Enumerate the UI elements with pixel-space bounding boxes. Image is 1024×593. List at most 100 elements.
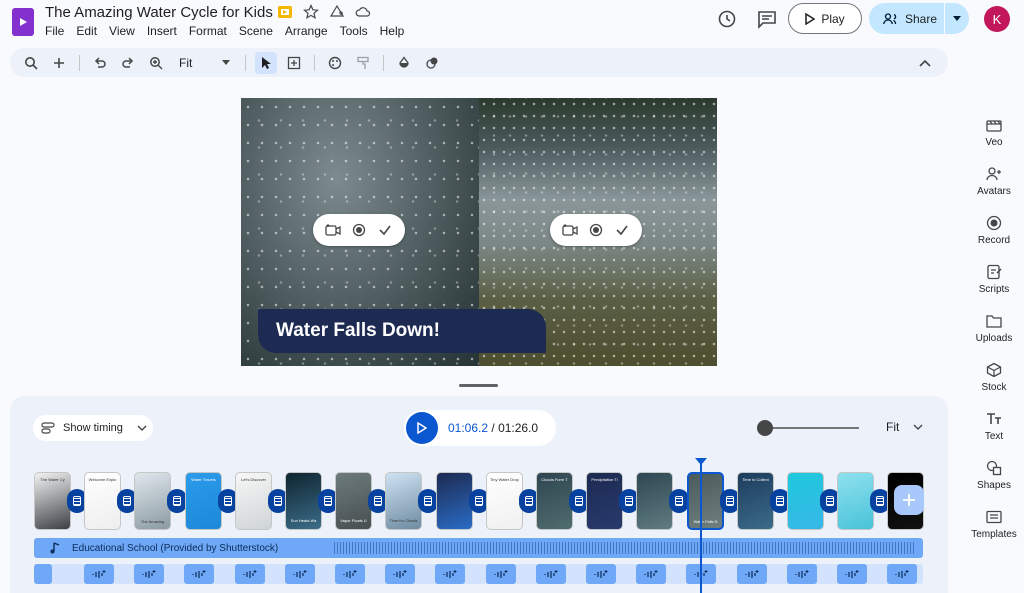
sidebar-item-shapes[interactable]: Shapes bbox=[963, 459, 1024, 491]
voiceover-clip[interactable] bbox=[837, 564, 867, 584]
select-tool-icon[interactable] bbox=[255, 51, 278, 74]
collapse-toolbar-icon[interactable] bbox=[914, 52, 936, 74]
voiceover-clip[interactable] bbox=[385, 564, 415, 584]
scene-thumbnail[interactable]: Water Falls D bbox=[687, 472, 724, 530]
menu-format[interactable]: Format bbox=[189, 24, 227, 38]
text-box-icon[interactable] bbox=[283, 52, 305, 74]
version-history-icon[interactable] bbox=[716, 8, 738, 30]
voiceover-clip[interactable] bbox=[84, 564, 114, 584]
checkmark-icon[interactable] bbox=[614, 222, 630, 238]
share-options-dropdown[interactable] bbox=[945, 16, 969, 21]
voiceover-clip[interactable] bbox=[435, 564, 465, 584]
undo-icon[interactable] bbox=[89, 52, 111, 74]
menu-view[interactable]: View bbox=[109, 24, 135, 38]
voiceover-clip[interactable] bbox=[285, 564, 315, 584]
sidebar-item-veo[interactable]: Veo bbox=[963, 116, 1024, 148]
transition-icon[interactable] bbox=[669, 489, 689, 513]
sidebar-item-stock[interactable]: Stock bbox=[963, 361, 1024, 393]
audio-track-label: Educational School (Provided by Shutters… bbox=[72, 542, 279, 554]
play-button[interactable]: Play bbox=[788, 3, 862, 34]
search-menus-icon[interactable] bbox=[20, 52, 42, 74]
menu-arrange[interactable]: Arrange bbox=[285, 24, 328, 38]
add-scene-button[interactable] bbox=[894, 485, 924, 515]
scene-canvas[interactable]: Water Falls Down! bbox=[241, 98, 717, 366]
record-icon[interactable] bbox=[588, 222, 604, 238]
scene-thumbnail[interactable] bbox=[787, 472, 824, 530]
voiceover-clip[interactable] bbox=[787, 564, 817, 584]
scene-thumbnail[interactable]: The Amazing bbox=[134, 472, 171, 530]
star-icon[interactable] bbox=[303, 4, 319, 20]
scene-thumbnail[interactable] bbox=[837, 472, 874, 530]
scene-thumbnail[interactable]: Time to Collect bbox=[737, 472, 774, 530]
paint-format-icon[interactable] bbox=[352, 52, 374, 74]
slides-badge-icon[interactable] bbox=[277, 4, 293, 20]
ai-audio-icon bbox=[745, 570, 759, 578]
caption-text[interactable]: Water Falls Down! bbox=[258, 309, 546, 353]
scene-thumbnail[interactable]: Tiny Water Drop bbox=[486, 472, 523, 530]
menu-help[interactable]: Help bbox=[380, 24, 405, 38]
voiceover-clip[interactable] bbox=[184, 564, 214, 584]
voiceover-clip[interactable] bbox=[586, 564, 616, 584]
scene-thumbnail[interactable]: Precipitation Ti bbox=[586, 472, 623, 530]
vids-logo[interactable] bbox=[12, 8, 34, 36]
voiceover-clip[interactable] bbox=[235, 564, 265, 584]
transition-icon[interactable] bbox=[167, 489, 187, 513]
scene-thumbnail[interactable]: Sun Heats Wa bbox=[285, 472, 322, 530]
resize-handle[interactable] bbox=[459, 384, 498, 387]
checkmark-icon[interactable] bbox=[377, 222, 393, 238]
sidebar-item-text[interactable]: Text bbox=[963, 410, 1024, 442]
timeline-zoom-select[interactable]: Fit bbox=[886, 420, 923, 434]
sidebar-item-label: Scripts bbox=[978, 284, 1010, 295]
zoom-icon[interactable] bbox=[145, 52, 167, 74]
comments-icon[interactable] bbox=[756, 8, 778, 30]
background-palette-icon[interactable] bbox=[324, 52, 346, 74]
scene-thumbnail[interactable]: Let's Discover bbox=[235, 472, 272, 530]
voiceover-clip[interactable] bbox=[636, 564, 666, 584]
transition-icon[interactable] bbox=[418, 489, 438, 513]
voiceover-clip[interactable] bbox=[887, 564, 917, 584]
menu-edit[interactable]: Edit bbox=[76, 24, 97, 38]
voiceover-clip[interactable] bbox=[34, 564, 52, 584]
mask-icon[interactable] bbox=[421, 52, 443, 74]
voiceover-clip[interactable] bbox=[335, 564, 365, 584]
scene-thumbnail[interactable]: Clouds Form T bbox=[536, 472, 573, 530]
voiceover-clip[interactable] bbox=[486, 564, 516, 584]
cloud-saved-icon[interactable] bbox=[355, 4, 371, 20]
new-scene-icon[interactable] bbox=[48, 52, 70, 74]
replace-video-icon[interactable] bbox=[325, 222, 341, 238]
timeline-zoom-slider[interactable] bbox=[757, 420, 859, 436]
sidebar-item-scripts[interactable]: Scripts bbox=[963, 263, 1024, 295]
menu-file[interactable]: File bbox=[45, 24, 64, 38]
record-icon[interactable] bbox=[351, 222, 367, 238]
scene-thumbnail[interactable] bbox=[636, 472, 673, 530]
scene-thumbnail[interactable]: Time for Clouds bbox=[385, 472, 422, 530]
fill-color-icon[interactable] bbox=[393, 52, 415, 74]
redo-icon[interactable] bbox=[117, 52, 139, 74]
scene-thumbnail[interactable] bbox=[436, 472, 473, 530]
scene-thumbnail[interactable]: The Water Cy bbox=[34, 472, 71, 530]
replace-video-icon[interactable] bbox=[562, 222, 578, 238]
playhead[interactable] bbox=[700, 459, 702, 593]
account-avatar[interactable]: K bbox=[984, 6, 1010, 32]
move-to-drive-icon[interactable] bbox=[329, 4, 345, 20]
share-button[interactable]: Share bbox=[869, 3, 969, 34]
scene-thumbnail[interactable]: Vapor Floats U bbox=[335, 472, 372, 530]
document-title[interactable]: The Amazing Water Cycle for Kids bbox=[45, 4, 273, 21]
sidebar-item-record[interactable]: Record bbox=[963, 214, 1024, 246]
timeline-play-button[interactable] bbox=[406, 412, 438, 444]
zoom-select[interactable]: Fit bbox=[173, 56, 236, 70]
scene-thumbnail[interactable]: Water Travels bbox=[185, 472, 222, 530]
scene-thumbnail[interactable]: Welcome Explo bbox=[84, 472, 121, 530]
sidebar-item-uploads[interactable]: Uploads bbox=[963, 312, 1024, 344]
menu-scene[interactable]: Scene bbox=[239, 24, 273, 38]
menu-tools[interactable]: Tools bbox=[340, 24, 368, 38]
sidebar-item-templates[interactable]: Templates bbox=[963, 508, 1024, 540]
menu-insert[interactable]: Insert bbox=[147, 24, 177, 38]
audio-track[interactable]: Educational School (Provided by Shutters… bbox=[34, 538, 923, 558]
slider-thumb[interactable] bbox=[757, 420, 773, 436]
sidebar-item-avatars[interactable]: Avatars bbox=[963, 165, 1024, 197]
voiceover-clip[interactable] bbox=[536, 564, 566, 584]
voiceover-clip[interactable] bbox=[134, 564, 164, 584]
voiceover-clip[interactable] bbox=[737, 564, 767, 584]
show-timing-dropdown[interactable]: Show timing bbox=[33, 415, 153, 441]
